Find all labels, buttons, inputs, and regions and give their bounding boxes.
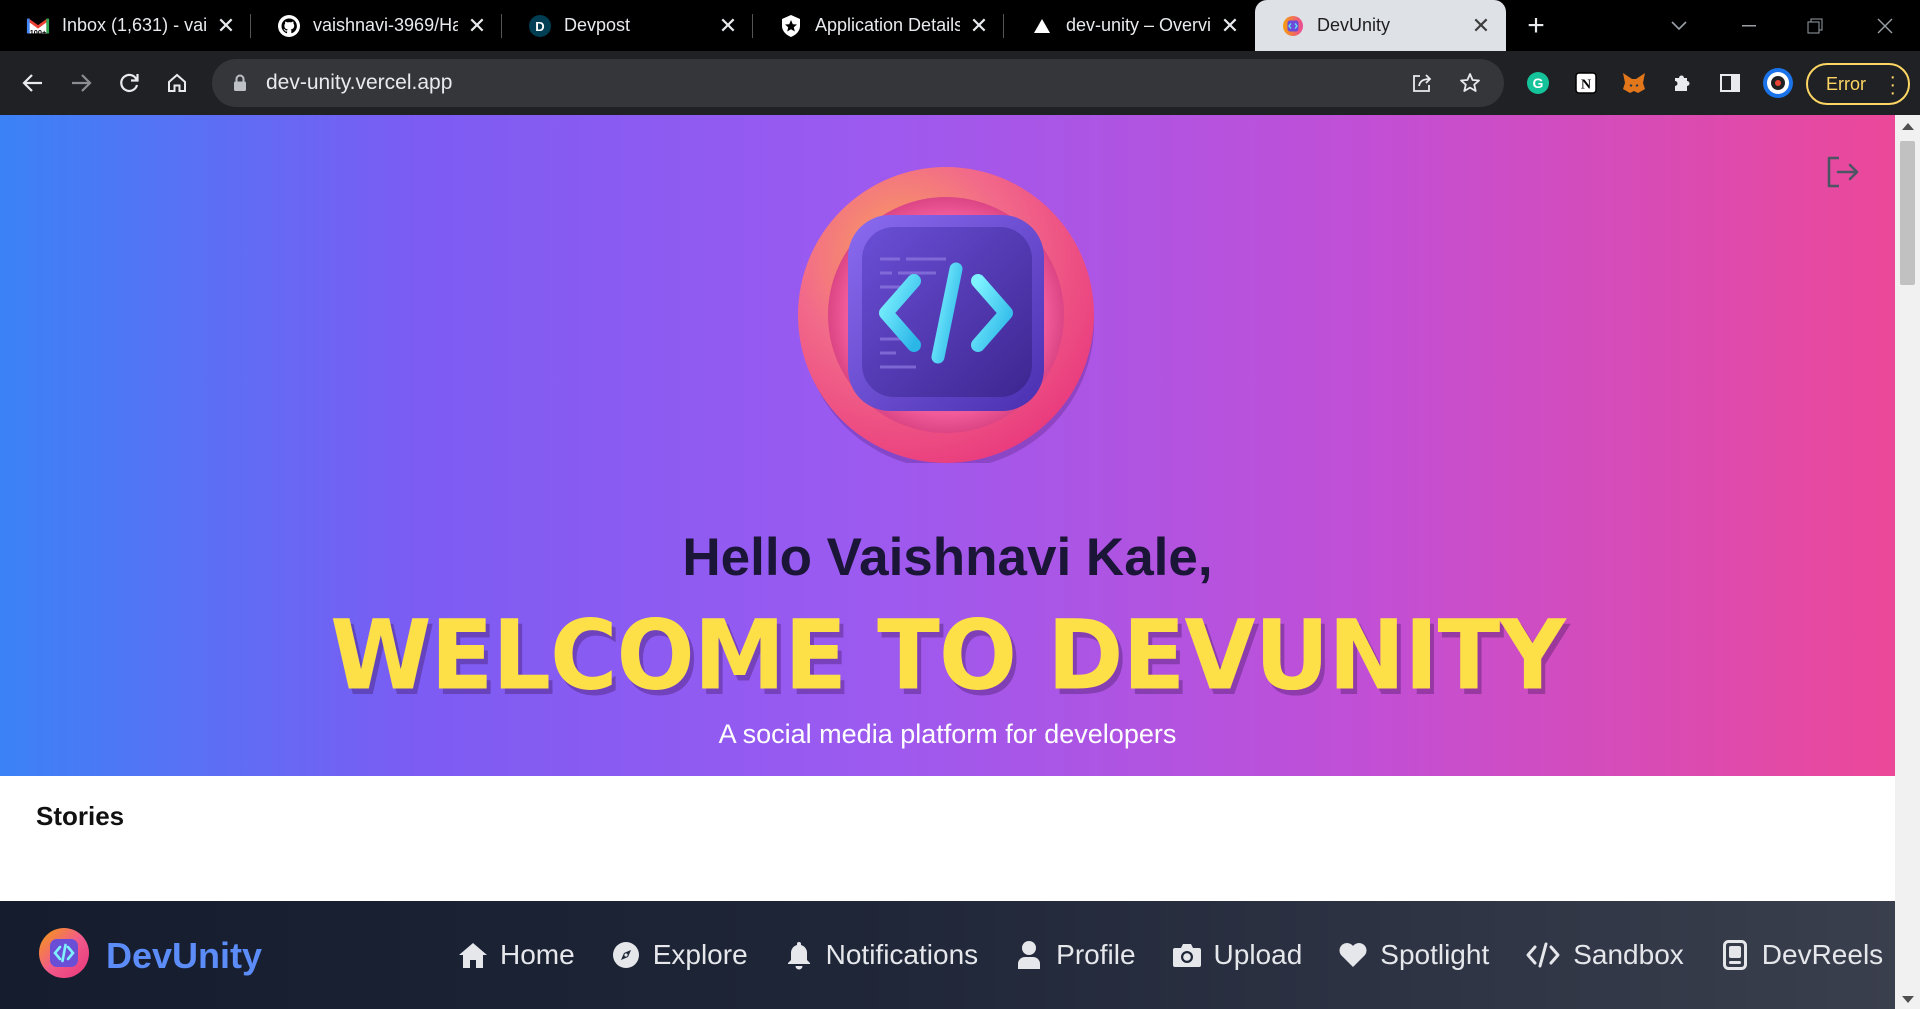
grammarly-icon[interactable]: G (1514, 59, 1562, 107)
code-icon (1525, 940, 1561, 970)
star-badge-icon (779, 14, 803, 38)
heart-icon (1338, 940, 1368, 970)
bookmark-star-icon[interactable] (1446, 72, 1494, 94)
metamask-fox-icon[interactable] (1610, 59, 1658, 107)
browser-tab-strip: 100+ Inbox (1,631) - vaish ✕ vaishnavi-3… (0, 0, 1920, 51)
profile-avatar-icon[interactable] (1754, 59, 1802, 107)
reload-icon[interactable] (105, 59, 153, 107)
nav-home[interactable]: Home (458, 939, 575, 971)
close-icon[interactable]: ✕ (1219, 13, 1241, 38)
window-close-icon[interactable] (1852, 0, 1918, 51)
nav-label: Notifications (825, 939, 979, 970)
scrollbar-thumb[interactable] (1900, 141, 1915, 285)
home-icon (458, 940, 488, 970)
page-scrollbar[interactable] (1895, 115, 1920, 1009)
close-icon[interactable]: ✕ (968, 13, 990, 38)
scroll-down-arrow-icon[interactable] (1902, 996, 1914, 1003)
nav-label: Explore (652, 939, 748, 970)
tab-search-chevron-icon[interactable] (1646, 0, 1712, 51)
svg-text:D: D (535, 19, 544, 34)
devunity-logo-icon (38, 927, 90, 984)
tab-title: Devpost (564, 15, 631, 35)
restore-icon[interactable] (1782, 0, 1848, 51)
home-button-icon[interactable] (153, 59, 201, 107)
nav-menu: Home Explore Notifications Profile Uploa… (458, 901, 1883, 1009)
scroll-up-arrow-icon[interactable] (1902, 123, 1914, 130)
nav-label: Upload (1213, 939, 1303, 970)
user-icon (1014, 940, 1044, 970)
brand-name: DevUnity (106, 934, 263, 976)
url-text[interactable]: dev-unity.vercel.app (266, 71, 452, 95)
notion-icon[interactable]: N (1562, 59, 1610, 107)
tab-vercel[interactable]: dev-unity – Overvie ✕ (1004, 0, 1255, 51)
vercel-triangle-icon (1030, 14, 1054, 38)
tab-title: Inbox (1,631) - vaish (62, 15, 207, 35)
close-icon[interactable]: ✕ (717, 13, 739, 38)
tab-devunity[interactable]: DevUnity ✕ (1255, 0, 1506, 51)
nav-explore[interactable]: Explore (611, 939, 748, 971)
nav-notifications[interactable]: Notifications (784, 939, 979, 971)
browser-toolbar: dev-unity.vercel.app G N Error · · · (0, 51, 1920, 115)
devpost-icon: D (528, 14, 552, 38)
address-bar[interactable]: dev-unity.vercel.app (212, 59, 1504, 107)
close-icon[interactable]: ✕ (215, 13, 237, 38)
tab-title: vaishnavi-3969/Hac (313, 15, 458, 35)
profile-error-button[interactable]: Error · · · (1806, 63, 1910, 105)
hero-banner: Hello Vaishnavi Kale, WELCOME TO DEVUNIT… (0, 115, 1895, 776)
camera-icon (1172, 940, 1202, 970)
svg-text:100+: 100+ (30, 28, 47, 37)
nav-label: Spotlight (1380, 939, 1490, 970)
devunity-hero-logo (796, 163, 1096, 469)
brand-link[interactable]: DevUnity (38, 927, 262, 984)
nav-profile[interactable]: Profile (1014, 939, 1136, 971)
reels-icon (1720, 940, 1750, 970)
lock-icon[interactable] (230, 74, 250, 92)
nav-label: DevReels (1761, 939, 1884, 970)
bottom-navbar: DevUnity Home Explore Notifications Prof… (0, 901, 1895, 1009)
bell-icon (784, 940, 814, 970)
tab-github[interactable]: vaishnavi-3969/Hac ✕ (251, 0, 502, 51)
tab-title: dev-unity – Overvie (1066, 15, 1211, 35)
tab-title: Application Details (815, 15, 960, 35)
close-icon[interactable]: ✕ (1470, 13, 1492, 38)
forward-icon[interactable] (57, 59, 105, 107)
logout-icon[interactable] (1824, 153, 1862, 191)
error-label: Error (1826, 73, 1866, 94)
share-icon[interactable] (1398, 72, 1446, 94)
nav-upload[interactable]: Upload (1172, 939, 1303, 971)
svg-text:N: N (1581, 78, 1591, 93)
side-panel-icon[interactable] (1706, 59, 1754, 107)
minimize-icon[interactable] (1716, 0, 1782, 51)
tab-devpost[interactable]: D Devpost ✕ (502, 0, 753, 51)
extensions-puzzle-icon[interactable] (1658, 59, 1706, 107)
greeting-text: Hello Vaishnavi Kale, (682, 528, 1213, 587)
more-vertical-icon: · · · (1889, 66, 1896, 104)
nav-label: Profile (1056, 939, 1136, 970)
devunity-icon (1281, 14, 1305, 38)
github-icon (277, 14, 301, 38)
svg-text:G: G (1533, 75, 1544, 91)
nav-label: Home (500, 939, 575, 970)
nav-label: Sandbox (1573, 939, 1684, 970)
close-icon[interactable]: ✕ (466, 13, 488, 38)
back-icon[interactable] (9, 59, 57, 107)
tab-application-details[interactable]: Application Details ✕ (753, 0, 1004, 51)
gmail-icon: 100+ (26, 14, 50, 38)
welcome-headline: WELCOME TO DEVUNITY (330, 599, 1566, 712)
nav-sandbox[interactable]: Sandbox (1525, 939, 1684, 971)
page-viewport: Hello Vaishnavi Kale, WELCOME TO DEVUNIT… (0, 115, 1895, 1009)
tab-title: DevUnity (1317, 15, 1391, 35)
stories-heading: Stories (36, 801, 125, 831)
tagline-text: A social media platform for developers (718, 719, 1177, 749)
tab-gmail[interactable]: 100+ Inbox (1,631) - vaish ✕ (0, 0, 251, 51)
compass-icon (611, 940, 641, 970)
nav-spotlight[interactable]: Spotlight (1338, 939, 1489, 971)
new-tab-button[interactable]: + (1506, 0, 1566, 51)
nav-devreels[interactable]: DevReels (1720, 939, 1883, 971)
